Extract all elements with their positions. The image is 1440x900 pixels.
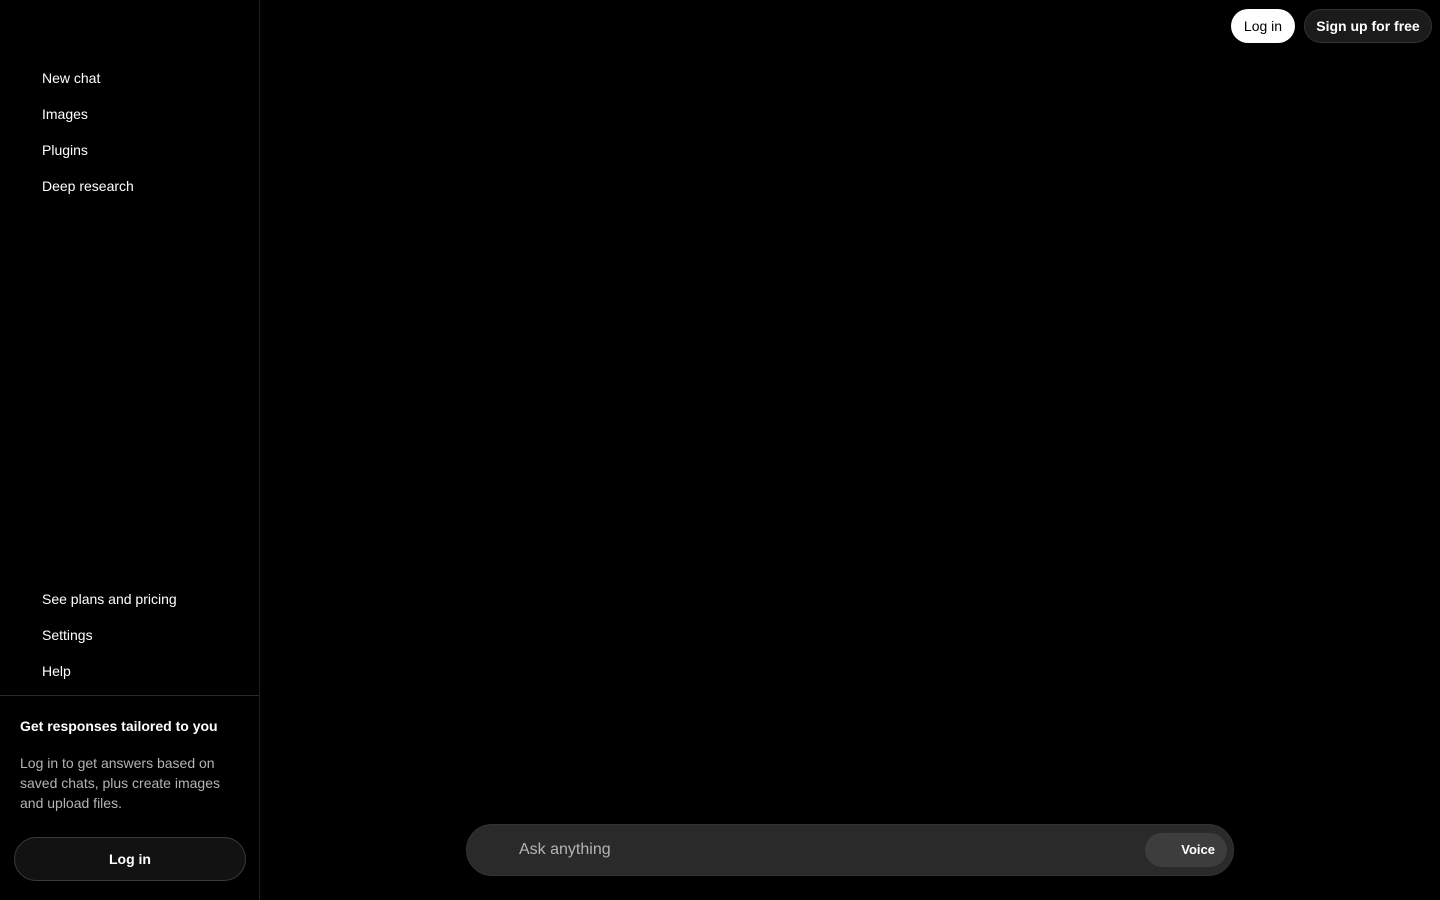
sidebar-nav-top: New chat Images Plugins Deep research	[0, 60, 259, 204]
login-promo: Get responses tailored to you Log in to …	[0, 695, 259, 900]
header-login-button[interactable]: Log in	[1231, 9, 1295, 43]
sidebar-item-plans-pricing[interactable]: See plans and pricing	[0, 581, 259, 617]
sidebar-item-settings[interactable]: Settings	[0, 617, 259, 653]
sidebar-item-deep-research[interactable]: Deep research	[0, 168, 259, 204]
app-root: New chat Images Plugins Deep research Se…	[0, 0, 1440, 900]
sidebar: New chat Images Plugins Deep research Se…	[0, 0, 260, 900]
sidebar-item-new-chat[interactable]: New chat	[0, 60, 259, 96]
sidebar-item-help[interactable]: Help	[0, 653, 259, 689]
promo-body: Log in to get answers based on saved cha…	[20, 755, 220, 811]
prompt-input[interactable]	[519, 837, 1119, 863]
sidebar-item-plugins[interactable]: Plugins	[0, 132, 259, 168]
voice-label: Voice	[1181, 842, 1215, 857]
promo-title: Get responses tailored to you	[20, 718, 218, 734]
header-signup-button[interactable]: Sign up for free	[1304, 9, 1432, 43]
sidebar-nav-bottom: See plans and pricing Settings Help	[0, 581, 259, 689]
composer: Voice	[466, 824, 1234, 876]
promo-login-button[interactable]: Log in	[14, 837, 246, 881]
voice-button[interactable]: Voice	[1145, 833, 1227, 867]
sidebar-item-images[interactable]: Images	[0, 96, 259, 132]
